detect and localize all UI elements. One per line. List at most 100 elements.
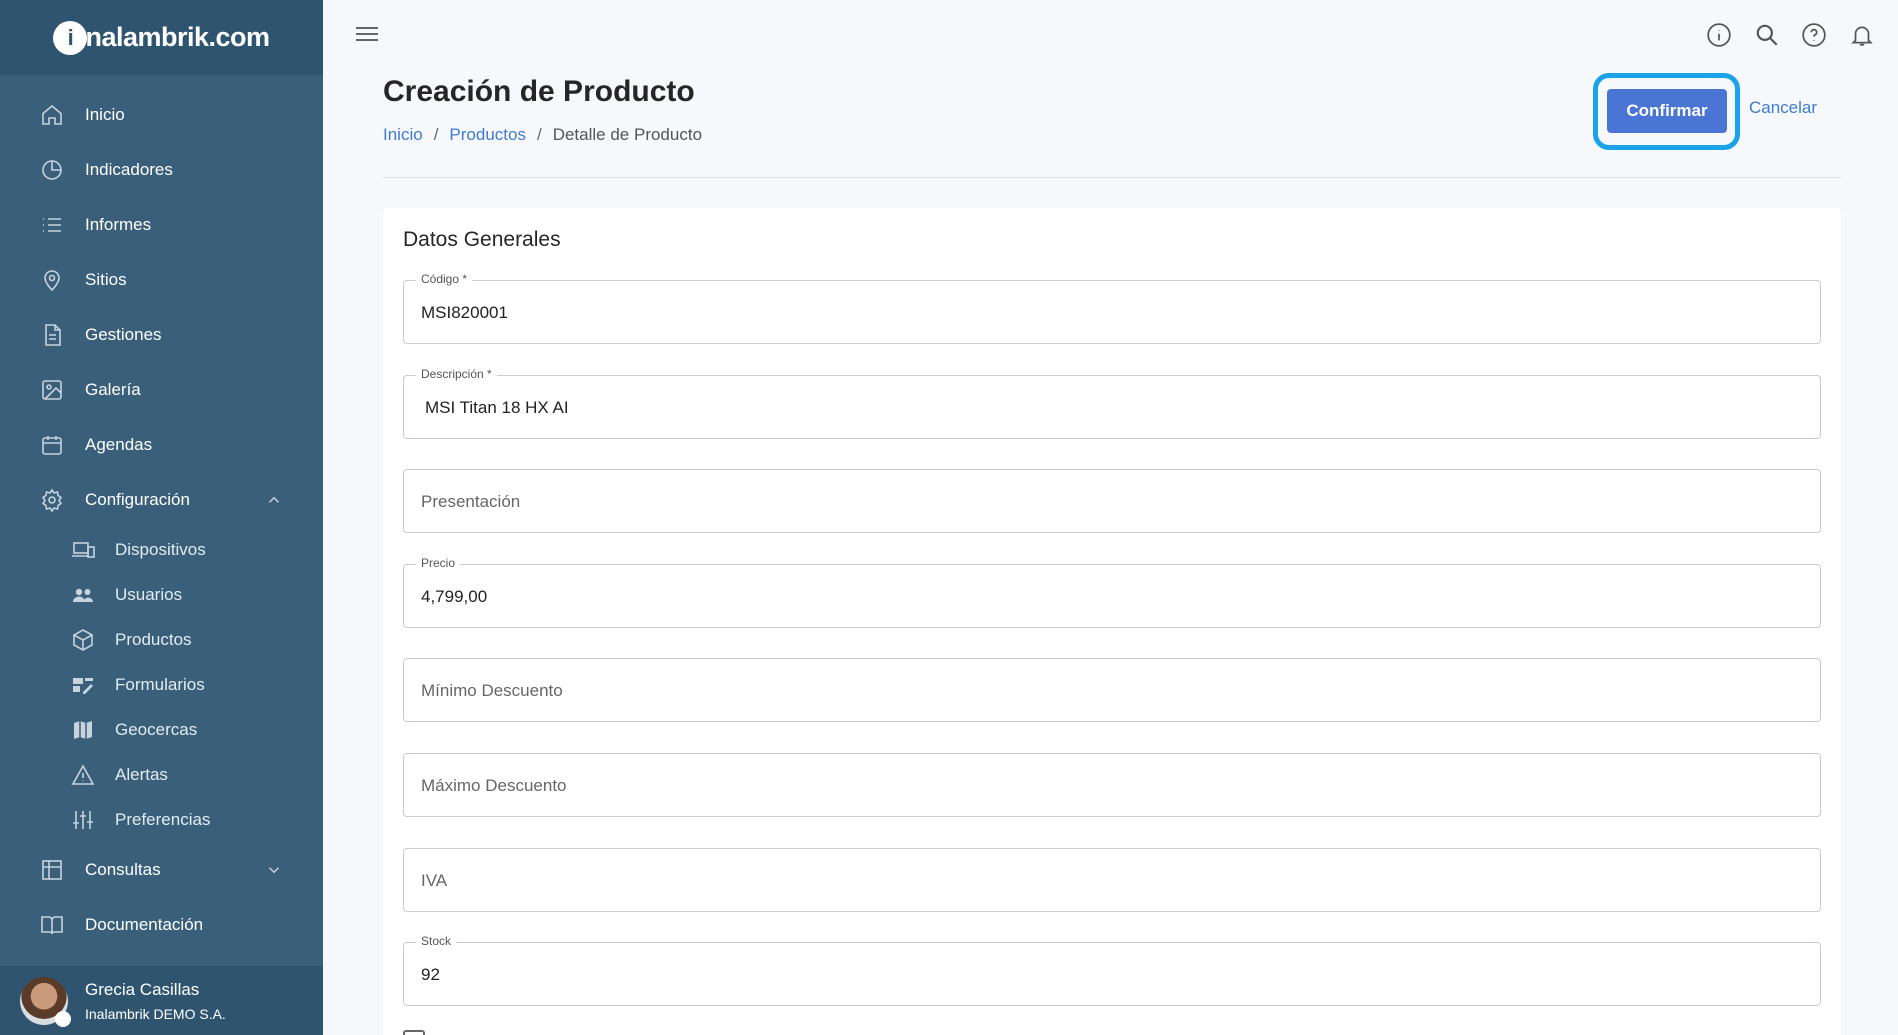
sidebar-subitem-usuarios[interactable]: Usuarios — [0, 575, 323, 615]
sidebar-item-inicio[interactable]: Inicio — [0, 92, 323, 138]
field-placeholder: Mínimo Descuento — [421, 681, 563, 700]
presentacion-field[interactable]: Presentación — [403, 469, 1821, 533]
sidebar-item-label: Inicio — [85, 105, 125, 124]
map-icon — [70, 718, 96, 742]
sidebar-subitem-preferencias[interactable]: Preferencias — [0, 800, 323, 840]
precio-field[interactable]: Precio 4,799,00 — [403, 556, 1821, 628]
users-icon — [70, 583, 96, 607]
logo-text: nalambrik.com — [85, 22, 270, 52]
checkbox[interactable] — [403, 1030, 425, 1035]
section-title: Datos Generales — [403, 228, 561, 251]
field-placeholder: Máximo Descuento — [421, 776, 567, 795]
box-icon — [70, 628, 96, 652]
hamburger-menu-icon[interactable] — [354, 24, 380, 44]
image-icon — [40, 378, 64, 402]
bell-icon[interactable] — [1849, 22, 1875, 48]
form-icon — [70, 673, 96, 697]
list-icon — [40, 213, 64, 237]
codigo-field[interactable]: Código * MSI820001 — [403, 272, 1821, 344]
breadcrumb-current: Detalle de Producto — [552, 125, 703, 144]
breadcrumb-separator: / — [536, 125, 542, 144]
maximo-descuento-field[interactable]: Máximo Descuento — [403, 753, 1821, 817]
sidebar-subitem-alertas[interactable]: Alertas — [0, 755, 323, 795]
field-placeholder: Presentación — [421, 492, 521, 511]
breadcrumb-productos[interactable]: Productos — [449, 125, 526, 145]
search-icon[interactable] — [1754, 22, 1780, 48]
field-value: 4,799,00 — [421, 587, 488, 606]
app-logo[interactable]: i nalambrik.com — [53, 20, 270, 55]
warning-icon — [70, 763, 96, 787]
sidebar-subitem-label: Formularios — [115, 675, 205, 694]
logo-mark: i — [53, 20, 88, 55]
stock-field[interactable]: Stock 92 — [403, 934, 1821, 1006]
sidebar-item-label: Sitios — [85, 270, 127, 289]
sidebar-item-galeria[interactable]: Galería — [0, 367, 323, 413]
sidebar-item-informes[interactable]: Informes — [0, 202, 323, 248]
field-value: MSI Titan 18 HX AI — [425, 398, 569, 417]
sidebar-item-documentacion[interactable]: Documentación — [0, 902, 323, 948]
sidebar-subitem-productos[interactable]: Productos — [0, 620, 323, 660]
field-label: Precio — [416, 556, 461, 570]
sidebar-item-label: Configuración — [85, 490, 190, 509]
chevron-down-icon — [268, 867, 280, 874]
map-pin-icon — [40, 268, 64, 292]
sidebar-item-label: Gestiones — [85, 325, 162, 344]
sidebar-subitem-label: Dispositivos — [115, 540, 206, 559]
info-icon[interactable] — [1706, 22, 1732, 48]
avatar — [20, 976, 71, 1027]
field-value: MSI820001 — [421, 303, 508, 322]
sidebar-subitem-label: Preferencias — [115, 810, 211, 829]
sidebar-subitem-dispositivos[interactable]: Dispositivos — [0, 530, 323, 570]
sidebar-item-label: Indicadores — [85, 160, 173, 179]
sliders-icon — [70, 808, 96, 832]
sidebar-subitem-formularios[interactable]: Formularios — [0, 665, 323, 705]
sidebar-item-sitios[interactable]: Sitios — [0, 257, 323, 303]
devices-icon — [70, 538, 96, 562]
field-placeholder: IVA — [421, 871, 448, 890]
pie-chart-icon — [40, 158, 64, 182]
sidebar: i nalambrik.com Inicio Indicadores Infor… — [0, 0, 323, 1035]
calendar-icon — [40, 433, 64, 457]
field-value: 92 — [421, 965, 440, 984]
sidebar-item-configuracion[interactable]: Configuración — [0, 477, 323, 523]
cancel-button[interactable]: Cancelar — [1749, 98, 1817, 118]
minimo-descuento-field[interactable]: Mínimo Descuento — [403, 658, 1821, 722]
field-label: Stock — [416, 934, 457, 948]
document-icon — [40, 323, 64, 347]
sidebar-item-label: Informes — [85, 215, 152, 234]
user-name: Grecia Casillas — [85, 979, 200, 999]
gear-icon — [40, 488, 64, 512]
breadcrumb-inicio[interactable]: Inicio — [383, 125, 423, 145]
confirm-button[interactable]: Confirmar — [1607, 89, 1727, 133]
sidebar-item-label: Consultas — [85, 860, 161, 879]
sidebar-subitem-label: Usuarios — [115, 585, 183, 604]
status-dot — [55, 1010, 71, 1027]
header-divider — [383, 177, 1841, 178]
page-title: Creación de Producto — [383, 75, 695, 108]
sidebar-subitem-label: Geocercas — [115, 720, 198, 739]
sidebar-item-label: Agendas — [85, 435, 153, 454]
field-label: Código * — [416, 272, 473, 286]
sidebar-item-gestiones[interactable]: Gestiones — [0, 312, 323, 358]
sidebar-subitem-label: Alertas — [115, 765, 168, 784]
chevron-up-icon — [268, 496, 280, 503]
table-icon — [40, 858, 64, 882]
sidebar-subitem-geocercas[interactable]: Geocercas — [0, 710, 323, 750]
home-icon — [40, 103, 64, 127]
sidebar-item-agendas[interactable]: Agendas — [0, 422, 323, 468]
book-icon — [40, 913, 64, 937]
help-icon[interactable] — [1801, 22, 1827, 48]
descripcion-field[interactable]: Descripción * MSI Titan 18 HX AI — [403, 367, 1821, 439]
field-label: Descripción * — [416, 367, 497, 381]
sidebar-item-indicadores[interactable]: Indicadores — [0, 147, 323, 193]
user-org: Inalambrik DEMO S.A. — [85, 1005, 226, 1022]
sidebar-subitem-label: Productos — [115, 630, 192, 649]
sidebar-item-label: Galería — [85, 380, 141, 399]
breadcrumb-separator: / — [433, 125, 439, 144]
logo-bar: i nalambrik.com — [0, 0, 323, 75]
user-profile[interactable]: Grecia Casillas Inalambrik DEMO S.A. — [0, 966, 323, 1035]
breadcrumb: Inicio / Productos / Detalle de Producto — [383, 125, 702, 145]
iva-field[interactable]: IVA — [403, 848, 1821, 912]
sidebar-item-label: Documentación — [85, 915, 204, 934]
sidebar-item-consultas[interactable]: Consultas — [0, 847, 323, 893]
